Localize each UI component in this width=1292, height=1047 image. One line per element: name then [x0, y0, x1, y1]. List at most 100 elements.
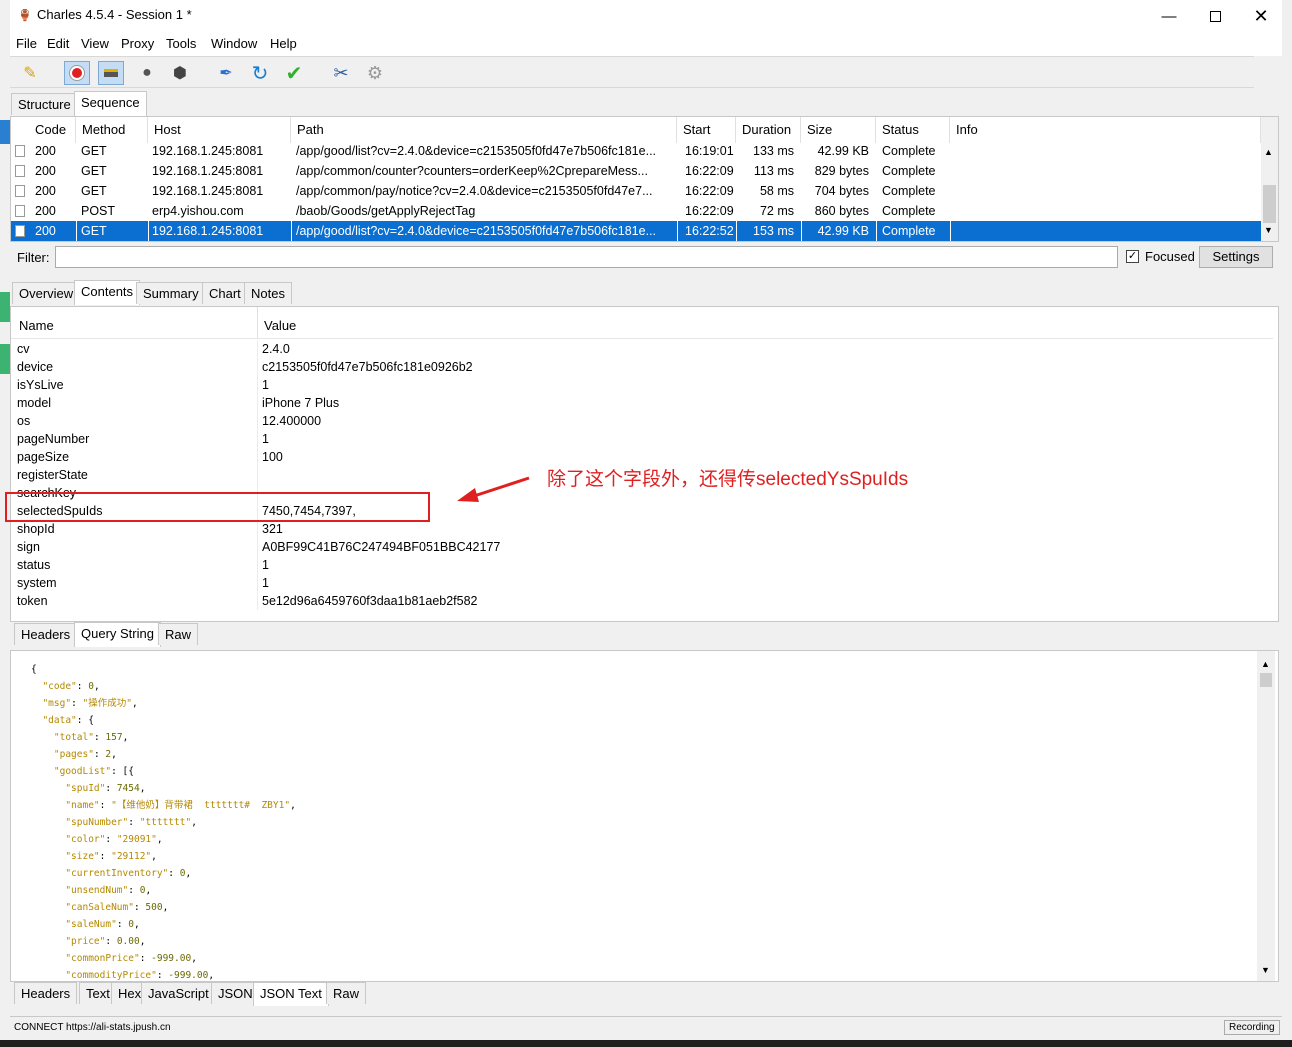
column-method[interactable]: Method — [76, 117, 148, 143]
table-row[interactable]: 200 GET 192.168.1.245:8081/app/common/coun… — [11, 161, 1261, 181]
table-row[interactable]: 200 POST erp4.yishou.com/baob/Goods/getApp… — [11, 201, 1261, 221]
settings-button[interactable]: Settings — [1199, 246, 1273, 268]
column-path[interactable]: Path — [291, 117, 677, 143]
check-icon[interactable]: ✔ — [281, 61, 307, 85]
table-scrollbar[interactable]: ▲ ▼ — [1261, 117, 1278, 241]
menu-proxy[interactable]: Proxy — [121, 36, 154, 51]
param-row[interactable]: cv 2.4.0 — [11, 340, 1273, 358]
sequence-table: Code Method Host Path Start Duration Siz… — [10, 116, 1279, 242]
column-code[interactable]: Code — [29, 117, 76, 143]
table-row[interactable]: 200 GET 192.168.1.245:8081/app/good/list?c… — [11, 141, 1261, 161]
tab-request-raw[interactable]: Raw — [158, 623, 199, 645]
param-row[interactable]: device c2153505f0fd47e7b506fc181e0926b2 — [11, 358, 1273, 376]
params-value-header[interactable]: Value — [264, 318, 296, 333]
cell-host: 192.168.1.245:8081 — [152, 224, 264, 238]
table-row[interactable]: 200 GET 192.168.1.245:8081/app/good/list?c… — [11, 221, 1261, 241]
pen-icon[interactable]: ✒ — [213, 61, 239, 85]
json-line: "saleNum": 0, — [65, 919, 140, 930]
status-bar: CONNECT https://ali-stats.jpush.cn Recor… — [10, 1016, 1282, 1038]
tab-request-headers[interactable]: Headers — [14, 623, 78, 645]
column-divider — [257, 394, 258, 412]
background-window-strip — [0, 120, 10, 144]
tools-icon[interactable]: ✂ — [328, 61, 354, 85]
param-row[interactable]: isYsLive 1 — [11, 376, 1273, 394]
column-start[interactable]: Start — [677, 117, 736, 143]
tab-summary[interactable]: Summary — [136, 282, 206, 304]
scroll-up-icon[interactable]: ▲ — [1264, 147, 1273, 157]
gear-icon[interactable]: ⚙ — [362, 61, 388, 85]
menu-edit[interactable]: Edit — [47, 36, 69, 51]
param-value: A0BF99C41B76C247494BF051BBC42177 — [262, 540, 501, 554]
json-line: "size": "29112", — [65, 851, 157, 862]
param-row[interactable]: sign A0BF99C41B76C247494BF051BBC42177 — [11, 538, 1273, 556]
param-row[interactable]: shopId 321 — [11, 520, 1273, 538]
tab-notes[interactable]: Notes — [244, 282, 292, 304]
json-scrollbar[interactable]: ▲ ▼ — [1257, 651, 1275, 981]
column-host[interactable]: Host — [148, 117, 291, 143]
cell-host: erp4.yishou.com — [152, 204, 244, 218]
refresh-icon[interactable]: ↻ — [247, 61, 273, 85]
response-json-view[interactable]: { "code": 0, "msg": "操作成功", "data": { "t… — [10, 650, 1279, 982]
minimize-icon[interactable]: — — [1146, 0, 1192, 32]
scroll-up-icon[interactable]: ▲ — [1261, 659, 1270, 669]
scroll-thumb[interactable] — [1263, 185, 1276, 223]
param-row[interactable]: os 12.400000 — [11, 412, 1273, 430]
param-row[interactable]: system 1 — [11, 574, 1273, 592]
column-status[interactable]: Status — [876, 117, 950, 143]
table-row[interactable]: 200 GET 192.168.1.245:8081/app/common/pay/… — [11, 181, 1261, 201]
tab-response-raw[interactable]: Raw — [326, 982, 367, 1004]
column-divider — [257, 520, 258, 538]
tab-overview[interactable]: Overview — [12, 282, 81, 304]
filter-input[interactable] — [55, 246, 1118, 268]
stop-icon[interactable]: ⬢ — [167, 61, 193, 85]
focused-checkbox[interactable]: ✓ — [1126, 250, 1139, 263]
tab-json-text[interactable]: JSON Text — [253, 982, 329, 1006]
column-divider — [257, 466, 258, 484]
window-title: Charles 4.5.4 - Session 1 * — [37, 7, 192, 22]
param-row[interactable]: model iPhone 7 Plus — [11, 394, 1273, 412]
column-info[interactable]: Info — [950, 117, 1261, 143]
cell-code: 200 — [35, 204, 56, 218]
json-line: "commonPrice": -999.00, — [65, 953, 197, 964]
tab-query-string[interactable]: Query String — [74, 622, 161, 647]
column-duration[interactable]: Duration — [736, 117, 801, 143]
params-name-header[interactable]: Name — [19, 318, 54, 333]
broom-icon[interactable]: ✎ — [17, 61, 43, 85]
cell-size: 42.99 KB — [817, 144, 869, 158]
recording-badge: Recording — [1224, 1020, 1280, 1035]
turtle-icon[interactable]: ● — [134, 61, 160, 85]
throttle-icon[interactable] — [98, 61, 124, 85]
tab-sequence[interactable]: Sequence — [74, 91, 147, 116]
param-name: shopId — [17, 522, 55, 536]
status-text: CONNECT https://ali-stats.jpush.cn — [14, 1022, 171, 1033]
scroll-down-icon[interactable]: ▼ — [1264, 225, 1273, 235]
menu-file[interactable]: File — [16, 36, 37, 51]
scroll-thumb[interactable] — [1260, 673, 1272, 687]
tab-javascript[interactable]: JavaScript — [141, 982, 216, 1004]
cell-size: 860 bytes — [814, 204, 869, 218]
param-name: os — [17, 414, 31, 428]
tab-response-headers[interactable]: Headers — [14, 982, 78, 1004]
menu-window[interactable]: Window — [211, 36, 257, 51]
param-value: 1 — [262, 378, 269, 392]
annotation-text: 除了这个字段外，还得传selectedYsSpuIds — [547, 469, 909, 490]
param-row[interactable]: token 5e12d96a6459760f3daa1b81aeb2f582 — [11, 592, 1273, 610]
menu-help[interactable]: Help — [270, 36, 297, 51]
param-row[interactable]: pageNumber 1 — [11, 430, 1273, 448]
tab-chart[interactable]: Chart — [202, 282, 248, 304]
tab-contents[interactable]: Contents — [74, 280, 141, 305]
cell-code: 200 — [35, 224, 56, 238]
json-line: "unsendNum": 0, — [65, 885, 152, 896]
menu-view[interactable]: View — [81, 36, 109, 51]
param-row[interactable]: status 1 — [11, 556, 1273, 574]
menu-tools[interactable]: Tools — [166, 36, 196, 51]
close-icon[interactable]: ✕ — [1238, 0, 1284, 32]
param-name: pageSize — [17, 450, 70, 464]
scroll-down-icon[interactable]: ▼ — [1261, 965, 1270, 975]
title-bar: 🏺 Charles 4.5.4 - Session 1 * — ✕ — [10, 0, 1282, 32]
record-icon[interactable] — [64, 61, 90, 85]
column-size[interactable]: Size — [801, 117, 876, 143]
maximize-icon[interactable] — [1192, 0, 1238, 32]
column-divider — [257, 574, 258, 592]
tab-structure[interactable]: Structure — [11, 93, 78, 115]
